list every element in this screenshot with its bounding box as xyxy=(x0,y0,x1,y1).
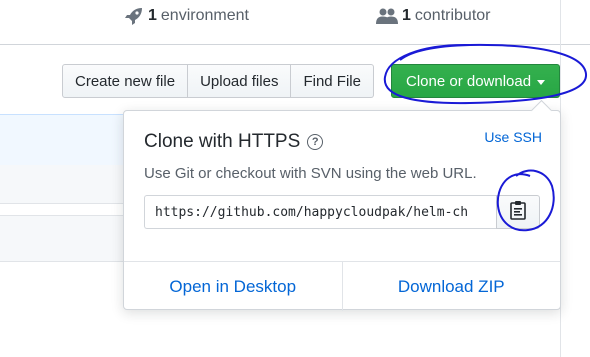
clone-or-download-label: Clone or download xyxy=(406,72,532,90)
contributors-label: contributor xyxy=(414,7,491,24)
find-file-button[interactable]: Find File xyxy=(291,64,374,98)
caret-down-icon xyxy=(537,79,546,85)
copy-url-button[interactable] xyxy=(496,195,540,229)
repository-page: 1 environment 1 contributor Create new f… xyxy=(0,0,590,357)
commit-info-row xyxy=(0,114,125,166)
download-zip-link[interactable]: Download ZIP xyxy=(343,262,561,311)
environments-label: environment xyxy=(160,7,249,24)
clone-or-download-button[interactable]: Clone or download xyxy=(391,64,561,98)
file-list-row xyxy=(0,215,125,262)
create-new-file-button[interactable]: Create new file xyxy=(62,64,189,98)
contributors-count: 1 xyxy=(402,7,411,24)
upload-files-button[interactable]: Upload files xyxy=(188,64,292,98)
file-list-row xyxy=(0,165,125,204)
clone-panel-footer: Open in Desktop Download ZIP xyxy=(124,261,560,311)
file-actions-group: Create new file Upload files Find File xyxy=(62,64,374,98)
dropdown-pointer xyxy=(530,99,553,122)
clipboard-icon xyxy=(510,200,526,225)
clone-panel-title: Clone with HTTPS xyxy=(144,131,301,152)
clone-description: Use Git or checkout with SVN using the w… xyxy=(144,165,477,182)
environments-count: 1 xyxy=(148,7,157,24)
repo-stats-bar: 1 environment 1 contributor xyxy=(0,0,590,45)
environments-stat[interactable]: 1 environment xyxy=(124,7,249,25)
rocket-icon xyxy=(124,7,144,25)
use-ssh-link[interactable]: Use SSH xyxy=(484,129,542,145)
people-icon xyxy=(376,7,398,25)
clone-url-input[interactable] xyxy=(144,195,496,229)
clone-url-group xyxy=(144,195,540,229)
clone-dropdown-panel: Clone with HTTPS ? Use SSH Use Git or ch… xyxy=(123,99,561,311)
open-in-desktop-link[interactable]: Open in Desktop xyxy=(124,262,343,311)
clone-panel-header: Clone with HTTPS ? xyxy=(144,131,324,153)
contributors-stat[interactable]: 1 contributor xyxy=(376,7,491,25)
question-circle-icon[interactable]: ? xyxy=(307,134,324,150)
